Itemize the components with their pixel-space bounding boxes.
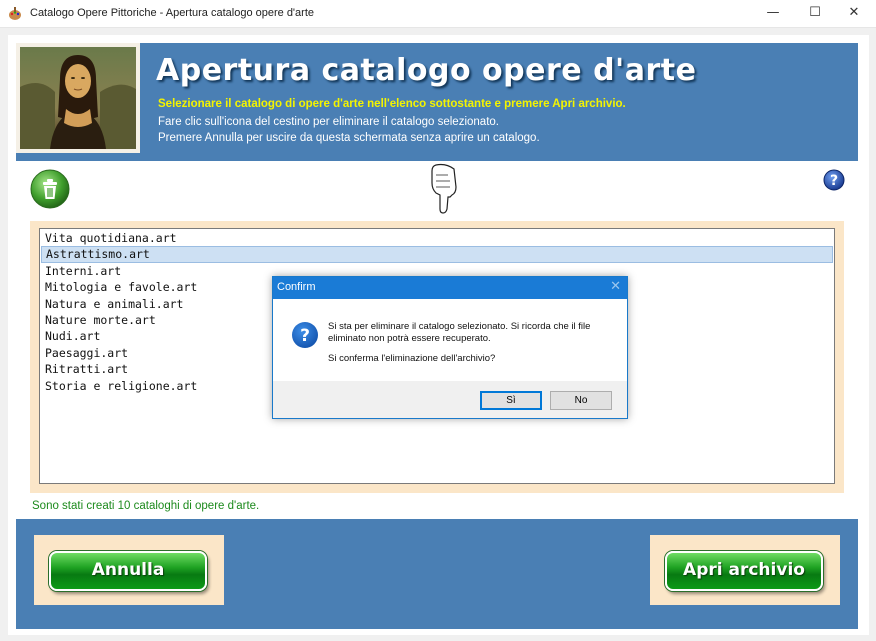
dialog-title: Confirm bbox=[277, 281, 316, 293]
dialog-button-bar: Sì No bbox=[273, 381, 627, 418]
no-button[interactable]: No bbox=[550, 391, 612, 410]
instruction-cancel: Premere Annulla per uscire da questa sch… bbox=[158, 132, 540, 144]
svg-text:?: ? bbox=[830, 173, 838, 189]
instruction-delete: Fare clic sull'icona del cestino per eli… bbox=[158, 116, 499, 128]
list-item-selected[interactable]: Astrattismo.art bbox=[41, 246, 833, 263]
status-text: Sono stati creati 10 cataloghi di opere … bbox=[32, 500, 260, 512]
minimize-button[interactable]: — bbox=[755, 0, 791, 28]
confirm-dialog: Confirm ✕ ? Si sta per eliminare il cata… bbox=[272, 276, 628, 419]
dialog-close-button[interactable]: ✕ bbox=[610, 279, 621, 294]
help-icon[interactable]: ? bbox=[823, 169, 845, 191]
svg-text:?: ? bbox=[300, 326, 310, 346]
maximize-button[interactable]: ☐ bbox=[797, 0, 833, 28]
dialog-titlebar: Confirm ✕ bbox=[273, 277, 627, 299]
close-button[interactable]: ✕ bbox=[836, 0, 872, 28]
page-title: Apertura catalogo opere d'arte bbox=[156, 53, 697, 88]
dialog-message-line3: Si conferma l'eliminazione dell'archivio… bbox=[328, 353, 496, 364]
instruction-select: Selezionare il catalogo di opere d'arte … bbox=[158, 98, 626, 110]
trash-icon[interactable] bbox=[30, 169, 70, 209]
question-icon: ? bbox=[292, 322, 318, 348]
window-title: Catalogo Opere Pittoriche - Apertura cat… bbox=[30, 7, 314, 19]
open-archive-button-frame: Apri archivio bbox=[650, 535, 840, 605]
pointing-hand-icon bbox=[431, 163, 457, 214]
mona-lisa-image bbox=[16, 43, 140, 153]
dialog-message-line1: Si sta per eliminare il catalogo selezio… bbox=[328, 321, 591, 332]
open-archive-button[interactable]: Apri archivio bbox=[665, 551, 823, 591]
cancel-button-frame: Annulla bbox=[34, 535, 224, 605]
list-item[interactable]: Vita quotidiana.art bbox=[41, 230, 833, 246]
yes-button[interactable]: Sì bbox=[480, 391, 542, 410]
palette-icon bbox=[9, 7, 21, 20]
footer-panel: Annulla Apri archivio bbox=[16, 519, 858, 629]
dialog-message-line2: eliminato non potrà essere recuperato. bbox=[328, 333, 491, 344]
cancel-button[interactable]: Annulla bbox=[49, 551, 207, 591]
header-panel: Apertura catalogo opere d'arte Seleziona… bbox=[16, 43, 858, 161]
window-titlebar: Catalogo Opere Pittoriche - Apertura cat… bbox=[0, 0, 876, 28]
